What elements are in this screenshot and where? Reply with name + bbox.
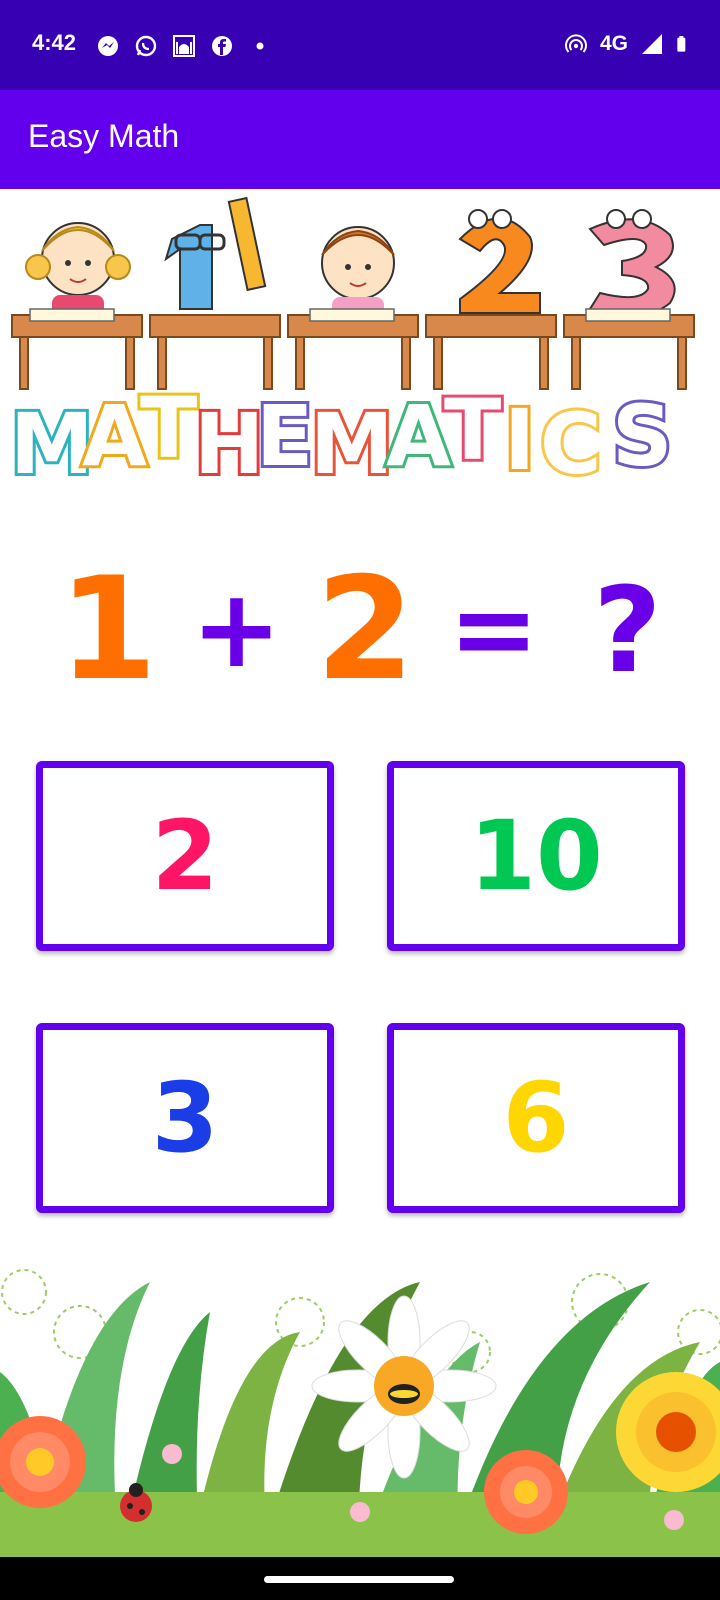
mathematics-banner: M A T H E M A T I C S [7, 196, 695, 496]
app-title: Easy Math [28, 118, 180, 154]
svg-text:T: T [140, 379, 197, 477]
equals-sign: = [448, 567, 540, 692]
mosque-icon [173, 35, 195, 57]
svg-text:A: A [82, 387, 147, 485]
navigation-bar [0, 1557, 720, 1600]
question-equation: 1 + 2 = ? [0, 555, 720, 705]
status-bar: 4:42 4G [0, 0, 720, 90]
app-bar: Easy Math [0, 90, 720, 189]
svg-text:H: H [194, 395, 264, 493]
signal-icon [642, 34, 662, 54]
answer-option-4[interactable]: 6 [387, 1023, 685, 1213]
notification-icons [96, 34, 272, 58]
answer-option-2[interactable]: 10 [387, 761, 685, 951]
operand-b: 2 [315, 547, 415, 712]
svg-text:I: I [504, 391, 535, 489]
whatsapp-icon [135, 35, 157, 57]
svg-text:E: E [256, 387, 313, 485]
svg-text:M: M [310, 395, 394, 493]
garden-illustration [0, 1269, 720, 1557]
facebook-icon [212, 36, 232, 56]
answer-option-1[interactable]: 2 [36, 761, 334, 951]
svg-text:A: A [386, 387, 451, 485]
svg-text:S: S [612, 387, 673, 485]
hotspot-icon [564, 34, 587, 53]
answer-option-3[interactable]: 3 [36, 1023, 334, 1213]
operator-plus: + [191, 567, 282, 692]
mathematics-title-art: M A T H E M A T I C S [7, 376, 676, 496]
unknown-mark: ? [593, 561, 662, 699]
battery-icon [677, 36, 686, 52]
classroom-illustration [11, 196, 695, 390]
dot-icon [256, 42, 264, 50]
network-type: 4G [599, 32, 628, 55]
operand-a: 1 [58, 547, 158, 712]
status-time: 4:42 [32, 30, 77, 55]
system-icons: 4G [564, 32, 692, 56]
messenger-icon [98, 36, 118, 56]
home-gesture-handle[interactable] [264, 1576, 454, 1583]
svg-text:C: C [540, 395, 602, 493]
svg-text:T: T [444, 381, 501, 479]
